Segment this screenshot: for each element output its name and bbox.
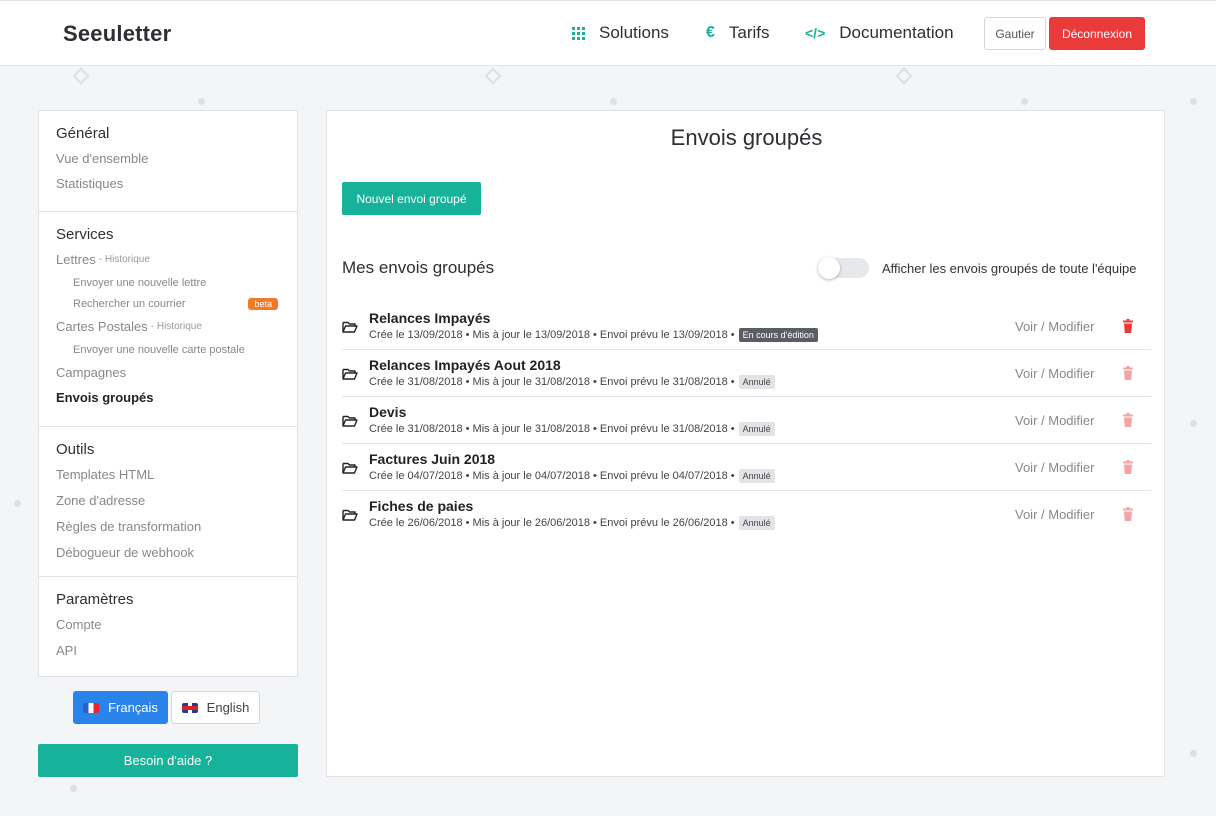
sidebar-title-general: Général	[56, 125, 110, 142]
folder-open-icon	[342, 321, 358, 333]
trash-icon[interactable]	[1122, 507, 1134, 521]
bulk-send-dates: Crée le 04/07/2018 • Mis à jour le 04/07…	[369, 470, 735, 482]
nav-tarifs-label: Tarifs	[728, 23, 770, 42]
euro-icon: €	[706, 24, 715, 41]
view-edit-link[interactable]: Voir / Modifier	[1015, 507, 1094, 522]
status-badge: Annulé	[738, 375, 775, 389]
nav-solutions-label: Solutions	[599, 23, 669, 42]
brand-logo[interactable]: Seeuletter	[63, 21, 171, 47]
sidebar-item-account[interactable]: Compte	[56, 617, 280, 632]
send-letter-label: Envoyer une nouvelle lettre	[73, 277, 207, 289]
list-item: Relances Impayés Crée le 13/09/2018 • Mi…	[342, 303, 1151, 350]
folder-open-icon	[342, 462, 358, 474]
status-badge: Annulé	[738, 422, 775, 436]
top-navbar: Seeuletter Solutions € Tarifs </> Docume…	[0, 0, 1216, 66]
view-edit-link[interactable]: Voir / Modifier	[1015, 460, 1094, 475]
main-panel: Envois groupés Nouvel envoi groupé Mes e…	[326, 110, 1165, 777]
nav-documentation[interactable]: </> Documentation	[805, 23, 954, 43]
bulk-send-name[interactable]: Devis	[369, 404, 406, 420]
trash-icon[interactable]	[1122, 460, 1134, 474]
language-english-button[interactable]: English	[171, 691, 260, 724]
search-mail-label: Rechercher un courrier	[73, 298, 186, 310]
status-badge: Annulé	[738, 516, 775, 530]
postcards-history-label: - Historique	[150, 321, 202, 332]
bulk-send-meta: Crée le 04/07/2018 • Mis à jour le 04/07…	[369, 469, 775, 483]
list-item: Factures Juin 2018 Crée le 04/07/2018 • …	[342, 444, 1151, 491]
sidebar-section-settings: Paramètres Compte API	[39, 577, 297, 658]
view-edit-link[interactable]: Voir / Modifier	[1015, 366, 1094, 381]
list-item: Relances Impayés Aout 2018 Crée le 31/08…	[342, 350, 1151, 397]
sidebar-item-address-zone[interactable]: Zone d'adresse	[56, 493, 280, 508]
letters-label: Lettres	[56, 252, 96, 267]
sidebar-section-tools: Outils Templates HTML Zone d'adresse Règ…	[39, 427, 297, 577]
sidebar: Général Vue d'ensemble Statistiques Serv…	[38, 110, 298, 677]
flag-fr-icon	[83, 702, 100, 713]
new-bulk-send-button[interactable]: Nouvel envoi groupé	[342, 182, 481, 215]
folder-open-icon	[342, 415, 358, 427]
sidebar-item-transform-rules[interactable]: Règles de transformation	[56, 519, 280, 534]
sidebar-item-api[interactable]: API	[56, 643, 280, 658]
language-french-button[interactable]: Français	[73, 691, 168, 724]
list-title: Mes envois groupés	[342, 258, 495, 277]
view-edit-link[interactable]: Voir / Modifier	[1015, 319, 1094, 334]
bulk-send-dates: Crée le 31/08/2018 • Mis à jour le 31/08…	[369, 423, 735, 435]
sidebar-item-send-letter[interactable]: Envoyer une nouvelle lettre	[73, 277, 280, 289]
bulk-send-name[interactable]: Factures Juin 2018	[369, 451, 495, 467]
sidebar-item-send-postcard[interactable]: Envoyer une nouvelle carte postale	[73, 344, 280, 356]
sidebar-item-search-mail[interactable]: Rechercher un courrier beta	[73, 298, 280, 310]
sidebar-item-overview[interactable]: Vue d'ensemble	[56, 151, 280, 166]
nav-solutions[interactable]: Solutions	[572, 23, 669, 43]
sidebar-item-templates[interactable]: Templates HTML	[56, 467, 280, 482]
view-edit-link[interactable]: Voir / Modifier	[1015, 413, 1094, 428]
bulk-send-meta: Crée le 13/09/2018 • Mis à jour le 13/09…	[369, 328, 818, 342]
sidebar-title-tools: Outils	[56, 441, 95, 458]
status-badge: Annulé	[738, 469, 775, 483]
user-account-button[interactable]: Gautier	[984, 17, 1046, 50]
trash-icon[interactable]	[1122, 319, 1134, 333]
logout-button[interactable]: Déconnexion	[1049, 17, 1145, 50]
sidebar-item-webhook-debugger[interactable]: Débogueur de webhook	[56, 545, 280, 560]
bulk-send-dates: Crée le 13/09/2018 • Mis à jour le 13/09…	[369, 329, 735, 341]
code-icon: </>	[805, 25, 826, 41]
letters-history-label: - Historique	[98, 254, 150, 265]
nav-documentation-label: Documentation	[839, 23, 954, 42]
language-english-label: English	[206, 700, 250, 715]
bulk-send-meta: Crée le 31/08/2018 • Mis à jour le 31/08…	[369, 422, 775, 436]
folder-open-icon	[342, 509, 358, 521]
grid-icon	[572, 26, 585, 40]
list-item: Fiches de paies Crée le 26/06/2018 • Mis…	[342, 491, 1151, 538]
help-button[interactable]: Besoin d'aide ?	[38, 744, 298, 777]
language-french-label: Français	[108, 700, 158, 715]
sidebar-item-campaigns[interactable]: Campagnes	[56, 365, 280, 380]
sidebar-section-general: Général Vue d'ensemble Statistiques	[39, 111, 297, 212]
trash-icon[interactable]	[1122, 366, 1134, 380]
beta-badge: beta	[248, 298, 278, 310]
sidebar-title-services: Services	[56, 226, 114, 243]
bulk-send-list: Relances Impayés Crée le 13/09/2018 • Mi…	[342, 303, 1151, 538]
sidebar-section-services: Services Lettres - Historique Envoyer un…	[39, 212, 297, 427]
team-toggle[interactable]	[818, 257, 869, 279]
team-toggle-label: Afficher les envois groupés de toute l'é…	[882, 261, 1137, 276]
bulk-send-name[interactable]: Relances Impayés Aout 2018	[369, 357, 561, 373]
sidebar-item-letters[interactable]: Lettres - Historique	[56, 252, 280, 267]
status-badge: En cours d'édition	[738, 328, 818, 342]
sidebar-item-bulk-sends[interactable]: Envois groupés	[56, 390, 280, 405]
bulk-send-name[interactable]: Relances Impayés	[369, 310, 490, 326]
send-postcard-label: Envoyer une nouvelle carte postale	[73, 344, 245, 356]
page-title: Envois groupés	[670, 125, 823, 150]
sidebar-item-statistics[interactable]: Statistiques	[56, 176, 280, 191]
folder-open-icon	[342, 368, 358, 380]
bulk-send-meta: Crée le 26/06/2018 • Mis à jour le 26/06…	[369, 516, 775, 530]
bulk-send-dates: Crée le 26/06/2018 • Mis à jour le 26/06…	[369, 517, 735, 529]
sidebar-title-settings: Paramètres	[56, 591, 134, 608]
trash-icon[interactable]	[1122, 413, 1134, 427]
flag-uk-icon	[181, 702, 198, 713]
list-item: Devis Crée le 31/08/2018 • Mis à jour le…	[342, 397, 1151, 444]
bulk-send-name[interactable]: Fiches de paies	[369, 498, 473, 514]
sidebar-item-postcards[interactable]: Cartes Postales - Historique	[56, 319, 280, 334]
postcards-label: Cartes Postales	[56, 319, 148, 334]
bulk-send-dates: Crée le 31/08/2018 • Mis à jour le 31/08…	[369, 376, 735, 388]
bulk-send-meta: Crée le 31/08/2018 • Mis à jour le 31/08…	[369, 375, 775, 389]
nav-tarifs[interactable]: € Tarifs	[706, 23, 770, 43]
